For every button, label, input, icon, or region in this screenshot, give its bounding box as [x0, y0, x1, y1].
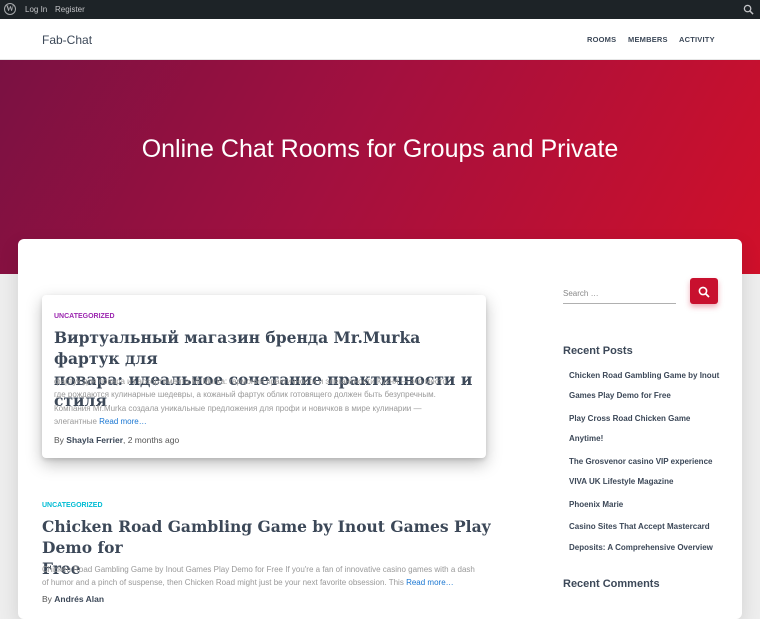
author-link[interactable]: Shayla Ferrier	[66, 435, 123, 445]
site-brand[interactable]: Fab-Chat	[42, 33, 92, 47]
recent-post-link[interactable]: Anytime!	[569, 434, 603, 443]
wordpress-logo-icon[interactable]: W	[4, 3, 16, 15]
author-link[interactable]: Andrés Alan	[54, 594, 104, 604]
recent-post-link[interactable]: Play Cross Road Chicken Game	[569, 414, 690, 423]
recent-post-link[interactable]: Casino Sites That Accept Mastercard	[569, 522, 710, 531]
post-byline: By Andrés Alan	[42, 594, 105, 604]
recent-post-link[interactable]: Phoenix Marie	[569, 500, 623, 509]
post-excerpt: фартук для повара из ассортимента Mr.Mur…	[54, 377, 450, 426]
recent-comments-heading: Recent Comments	[563, 578, 660, 590]
nav-item-rooms[interactable]: ROOMS	[587, 35, 616, 44]
recent-post-link[interactable]: VIVA UK Lifestyle Magazine	[569, 477, 673, 486]
nav-item-members[interactable]: MEMBERS	[628, 35, 668, 44]
search-input[interactable]: Search …	[563, 282, 676, 304]
post-excerpt: Chicken Road Gambling Game by Inout Game…	[42, 565, 475, 588]
recent-posts-heading: Recent Posts	[563, 345, 633, 357]
read-more-link[interactable]: Read more…	[406, 578, 454, 587]
read-more-link[interactable]: Read more…	[99, 417, 147, 426]
recent-post-link[interactable]: Games Play Demo for Free	[569, 391, 671, 400]
hero-title: Online Chat Rooms for Groups and Private	[141, 135, 619, 163]
main-navbar: Fab-Chat ROOMS MEMBERS ACTIVITY	[0, 19, 760, 60]
search-button[interactable]	[690, 278, 718, 304]
admin-bar: W Log In Register	[0, 0, 760, 19]
post-category[interactable]: UNCATEGORIZED	[42, 502, 103, 509]
search-icon	[698, 285, 710, 303]
nav-item-activity[interactable]: ACTIVITY	[679, 35, 715, 44]
recent-post-link[interactable]: Deposits: A Comprehensive Overview	[569, 543, 713, 552]
post-category[interactable]: UNCATEGORIZED	[54, 313, 115, 320]
recent-post-link[interactable]: The Grosvenor casino VIP experience	[569, 457, 712, 466]
login-link[interactable]: Log In	[25, 5, 47, 14]
register-link[interactable]: Register	[55, 5, 85, 14]
post-byline: By Shayla Ferrier, 2 months ago	[54, 435, 180, 445]
search-icon[interactable]	[743, 4, 754, 17]
recent-post-link[interactable]: Chicken Road Gambling Game by Inout	[569, 371, 719, 380]
